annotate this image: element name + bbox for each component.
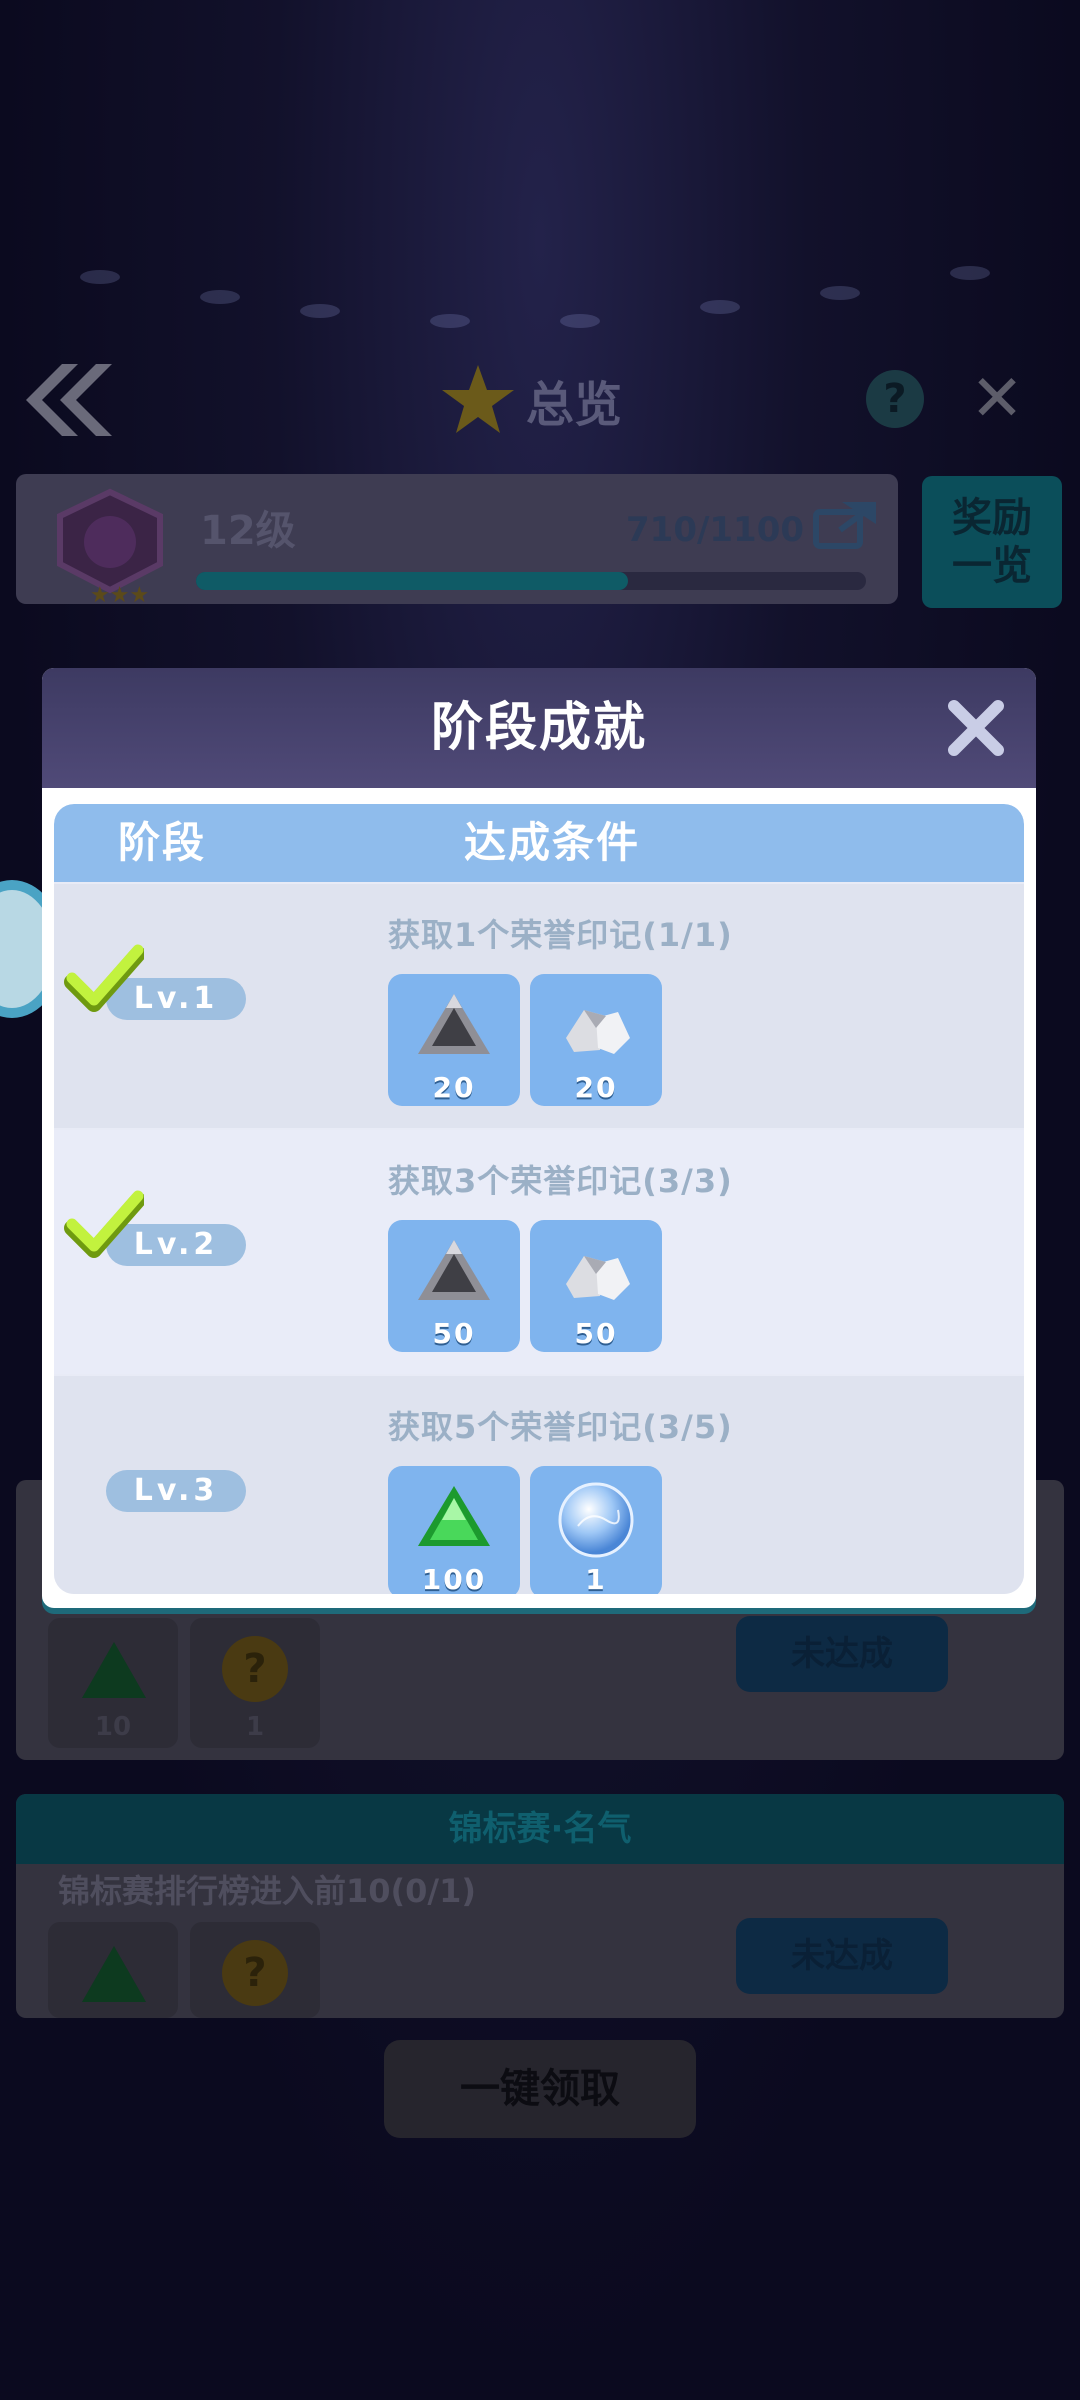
- stage-row-lv3: Lv.3 获取5个荣誉印记(3/5) 100 1: [54, 1376, 1024, 1594]
- green-gem-icon: [82, 1946, 146, 2002]
- claim-all-button[interactable]: 一键领取: [384, 2040, 696, 2138]
- star-icon: [442, 365, 514, 433]
- reward-amount: 1: [585, 1563, 607, 1594]
- page-title: 总览: [440, 358, 622, 442]
- reward-amount: 20: [432, 1071, 476, 1104]
- xp-progress-bar: [196, 572, 866, 590]
- rank-badge-icon: ★★★: [57, 488, 163, 606]
- player-level-label: 12级: [200, 508, 296, 554]
- condition-text: 获取5个荣誉印记(3/5): [388, 1408, 733, 1446]
- condition-text: 获取1个荣誉印记(1/1): [388, 916, 733, 954]
- table-header: 阶段 达成条件: [54, 804, 1024, 882]
- reward-amount: 50: [574, 1317, 618, 1350]
- back-arrow-icon[interactable]: [22, 358, 118, 442]
- stage-lights: [0, 230, 1080, 350]
- close-page-icon[interactable]: ✕: [966, 367, 1028, 431]
- reward-amount: 10: [94, 1712, 132, 1742]
- reward-tile[interactable]: 50: [530, 1220, 662, 1352]
- reward-amount: 20: [574, 1071, 618, 1104]
- green-gem-icon: [418, 1486, 490, 1546]
- silver-triangle-gem-icon: [418, 994, 490, 1054]
- help-button[interactable]: ?: [866, 370, 924, 428]
- mystery-coin-icon: ?: [222, 1636, 288, 1702]
- reward-tile-bg: ?: [190, 1922, 320, 2018]
- top-bar: 总览 ? ✕: [0, 340, 1080, 460]
- not-achieved-button[interactable]: 未达成: [736, 1918, 948, 1994]
- reward-amount: 1: [245, 1712, 265, 1742]
- stage-table: 阶段 达成条件 Lv.1 获取1个荣誉印记(1/1) 20 20 Lv.2 获取…: [54, 804, 1024, 1594]
- checkmark-icon: [64, 1190, 144, 1258]
- stage-row-lv2: Lv.2 获取3个荣誉印记(3/3) 50 50: [54, 1130, 1024, 1374]
- reward-tile[interactable]: 20: [388, 974, 520, 1106]
- reward-tile-bg: [48, 1922, 178, 2018]
- green-gem-icon: [82, 1642, 146, 1698]
- crystal-orb-icon: [558, 1482, 634, 1558]
- stage-row-lv1: Lv.1 获取1个荣誉印记(1/1) 20 20: [54, 884, 1024, 1128]
- column-stage: 阶段: [118, 818, 207, 867]
- close-dialog-icon[interactable]: [938, 690, 1014, 766]
- not-achieved-button[interactable]: 未达成: [736, 1616, 948, 1692]
- reward-tile-bg: 10: [48, 1618, 178, 1748]
- silver-ore-icon: [566, 1010, 630, 1054]
- checkmark-icon: [64, 944, 144, 1012]
- level-pill: Lv.3: [106, 1470, 246, 1512]
- reward-tile[interactable]: 1: [530, 1466, 662, 1594]
- reward-list-label-1: 奖励: [952, 495, 1032, 541]
- section-title: 锦标赛·名气: [448, 1809, 632, 1849]
- reward-tile-bg: ? 1: [190, 1618, 320, 1748]
- dialog-title: 阶段成就: [430, 698, 647, 758]
- xp-progress-fill: [196, 572, 629, 590]
- stage-achievement-dialog: 阶段成就 阶段 达成条件 Lv.1 获取1个荣誉印记(1/1) 20 20 Lv…: [42, 668, 1036, 1608]
- section-condition: 锦标赛排行榜进入前10(0/1): [58, 1872, 477, 1910]
- svg-text:★★★: ★★★: [90, 583, 149, 606]
- share-icon[interactable]: [812, 498, 880, 550]
- silver-ore-icon: [566, 1256, 630, 1300]
- condition-text: 获取3个荣誉印记(3/3): [388, 1162, 733, 1200]
- reward-tile[interactable]: 100: [388, 1466, 520, 1594]
- reward-list-button[interactable]: 奖励 一览: [922, 476, 1062, 608]
- reward-amount: 100: [421, 1563, 487, 1594]
- column-condition: 达成条件: [464, 818, 641, 867]
- page-title-text: 总览: [526, 377, 623, 433]
- reward-amount: 50: [432, 1317, 476, 1350]
- reward-list-label-2: 一览: [952, 543, 1032, 589]
- silver-triangle-gem-icon: [418, 1240, 490, 1300]
- reward-tile[interactable]: 20: [530, 974, 662, 1106]
- mystery-coin-icon: ?: [222, 1940, 288, 2006]
- reward-tile[interactable]: 50: [388, 1220, 520, 1352]
- xp-progress-text: 710/1100: [626, 510, 805, 550]
